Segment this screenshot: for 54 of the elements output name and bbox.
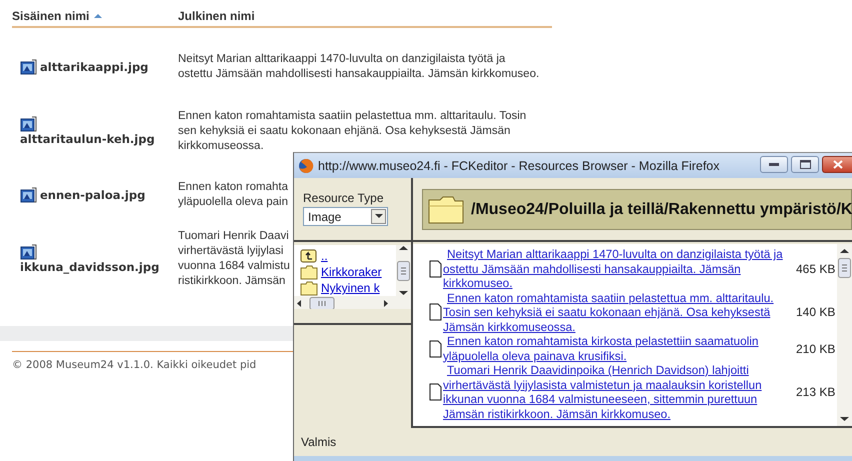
folder-link[interactable]: .. xyxy=(321,249,328,263)
document-icon xyxy=(429,383,442,401)
folder-link[interactable]: Kirkkoraker xyxy=(321,265,382,279)
window-title: http://www.museo24.fi - FCKeditor - Resources Browser - Mozilla Firefox xyxy=(318,158,721,172)
image-file-icon xyxy=(20,116,37,132)
file-link[interactable]: Tuomari Henrik Daavidinpoika (Henrich Davidson) lahjoitti virhertävästä lyijylasista valmistetun ja maalauksin koristellun ikkunan vuonna 1684 valmistuneeseen, sittemmin purettuun Jämsän ristikirkkoon. Jämsän kirkkomuseo. xyxy=(443,363,785,421)
close-button[interactable] xyxy=(822,156,852,173)
description: Neitsyt Marian alttarikaappi 1470-luvulta on danzigilaista työtä ja ostettu Jämsään mahdollisesti hansakauppiailta. Jämsän kirkkomuseo. xyxy=(178,52,540,82)
maximize-icon xyxy=(800,160,810,169)
scroll-down-icon xyxy=(840,416,849,422)
folder-icon xyxy=(300,280,318,296)
parent-folder-icon xyxy=(300,248,318,264)
vertical-scrollbar[interactable] xyxy=(396,245,411,296)
copyright-text: © 2008 Museum24 v1.1.0. Kaikki oikeudet pid xyxy=(12,359,256,371)
resource-type-dropdown[interactable]: Image xyxy=(303,207,388,226)
file-link[interactable]: Ennen katon romahtamista kirkosta pelastettiin saamatuolin yläpuolella oleva painava krusifiksi. xyxy=(443,334,785,363)
image-file-icon xyxy=(20,59,37,75)
file-link[interactable]: Ennen katon romahtamista saatiin pelastettua mm. alttaritaulu. Tosin sen kehyksiä ei saatu kokonaan ehjänä. Osa kehyksestä Jämsän kirkkomuseossa. xyxy=(443,290,785,334)
file-size: 213 KB xyxy=(796,385,836,399)
column-header[interactable]: Julkinen nimi xyxy=(178,9,255,23)
file-name[interactable]: ikkuna_davidsson.jpg xyxy=(20,260,160,274)
horizontal-scrollbar[interactable] xyxy=(294,296,411,309)
close-icon xyxy=(832,160,842,169)
document-icon xyxy=(429,260,442,278)
file-size: 210 KB xyxy=(796,342,836,356)
file-name[interactable]: ennen-paloa.jpg xyxy=(40,188,146,202)
minimize-button[interactable] xyxy=(760,156,788,173)
description: Tuomari Henrik Daavi virhertävästä lyijylasi vuonna 1684 valmistu ristikirkkoon. Jämsän xyxy=(178,229,290,289)
image-file-icon xyxy=(20,244,37,260)
scroll-up-icon xyxy=(399,245,408,251)
folder-icon xyxy=(300,264,318,280)
description: Ennen katon romahta yläpuolella oleva pain xyxy=(178,180,288,210)
document-icon xyxy=(429,303,442,322)
folder-link[interactable]: Nykyinen k xyxy=(321,281,380,295)
file-link[interactable]: Neitsyt Marian alttarikaappi 1470-luvulta on danzigilaista työtä ja ostettu Jämsään mahdollisesti hansakauppiailta. Jämsän kirkkomuseo. xyxy=(443,247,785,290)
browser-logo-icon xyxy=(298,158,314,174)
status-bar-text: Valmis xyxy=(294,428,852,461)
file-size: 465 KB xyxy=(796,262,836,276)
file-name[interactable]: alttaritaulun-keh.jpg xyxy=(20,132,155,146)
description: Ennen katon romahtamista saatiin pelastettua mm. alttaritaulu. Tosin sen kehyksiä ei saatu kokonaan ehjänä. Osa kehyksestä Jämsän kirkkomuseossa. xyxy=(178,108,526,154)
file-name[interactable]: alttarikaappi.jpg xyxy=(40,60,148,74)
maximize-button[interactable] xyxy=(791,156,819,173)
minimize-icon xyxy=(769,162,779,166)
vertical-scrollbar[interactable] xyxy=(837,244,852,426)
field-label: Resource Type xyxy=(303,191,384,205)
column-header[interactable]: Sisäinen nimi xyxy=(12,9,90,23)
folder-path: /Museo24/Poluilla ja teillä/Rakennettu ympäristö/K xyxy=(471,200,852,218)
file-size: 140 KB xyxy=(796,305,836,320)
dropdown-arrow-icon xyxy=(374,214,382,219)
scroll-up-icon xyxy=(840,248,849,254)
scroll-thumb-icon xyxy=(838,258,851,278)
scroll-thumb-icon xyxy=(397,260,410,280)
document-icon xyxy=(429,340,442,358)
image-file-icon xyxy=(20,187,37,203)
